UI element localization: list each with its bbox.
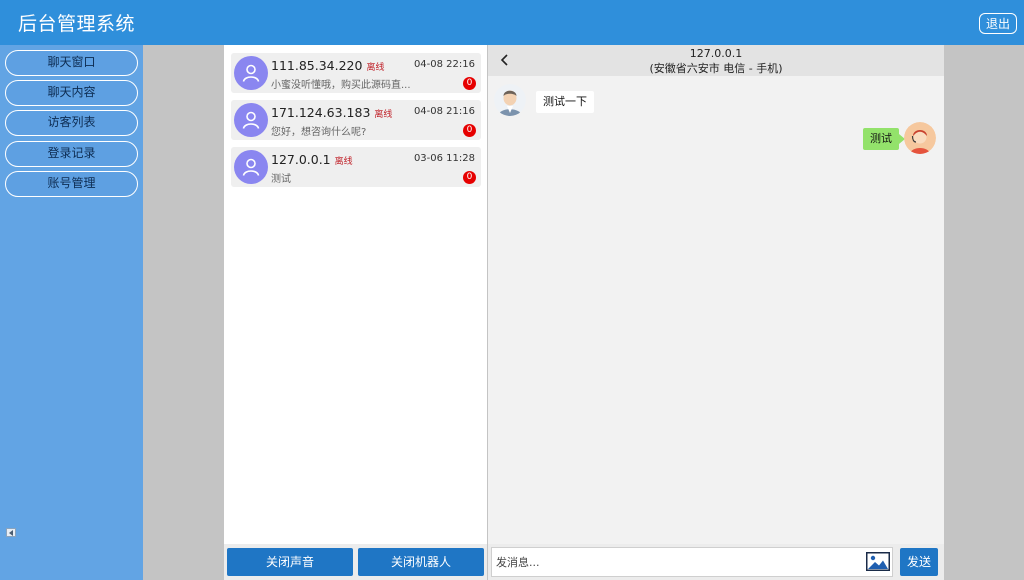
conversation-ip: 171.124.63.183 离线 bbox=[271, 105, 393, 120]
conversation-ip: 111.85.34.220 离线 bbox=[271, 58, 385, 73]
agent-message-bubble: 测试 bbox=[863, 128, 905, 150]
user-avatar-icon bbox=[234, 103, 268, 137]
conversation-item[interactable]: 127.0.0.1 离线 03-06 11:28 测试 0 bbox=[231, 147, 481, 187]
sidebar-item-account-management[interactable]: 账号管理 bbox=[5, 171, 138, 197]
conversation-item[interactable]: 171.124.63.183 离线 04-08 21:16 您好，想咨询什么呢? … bbox=[231, 100, 481, 140]
offline-status: 离线 bbox=[374, 110, 393, 120]
message-input[interactable] bbox=[491, 547, 893, 577]
chat-visitor-location: (安徽省六安市 电信 - 手机) bbox=[649, 62, 783, 75]
sidebar-item-visitor-list[interactable]: 访客列表 bbox=[5, 110, 138, 136]
conversation-last-message: 测试 bbox=[271, 174, 291, 185]
conversation-time: 04-08 21:16 bbox=[413, 106, 475, 117]
collapse-sidebar-icon[interactable] bbox=[6, 528, 16, 537]
visitor-avatar-icon bbox=[494, 84, 526, 116]
unread-badge: 0 bbox=[463, 77, 476, 90]
chat-visitor-ip: 127.0.0.1 bbox=[689, 47, 743, 60]
offline-status: 离线 bbox=[334, 157, 353, 167]
mute-sound-button[interactable]: 关闭声音 bbox=[227, 548, 353, 576]
user-avatar-icon bbox=[234, 150, 268, 184]
app-title: 后台管理系统 bbox=[18, 13, 136, 35]
chat-input-bar: 发送 bbox=[488, 544, 944, 580]
visitor-message-bubble: 测试一下 bbox=[536, 91, 594, 113]
user-avatar-icon bbox=[234, 56, 268, 90]
conversation-time: 03-06 11:28 bbox=[413, 153, 475, 164]
agent-avatar-icon bbox=[904, 122, 936, 154]
sidebar-item-chat-content[interactable]: 聊天内容 bbox=[5, 80, 138, 106]
conversation-ip: 127.0.0.1 离线 bbox=[271, 152, 353, 167]
unread-badge: 0 bbox=[463, 171, 476, 184]
send-button[interactable]: 发送 bbox=[900, 548, 938, 576]
sidebar-item-chat-window[interactable]: 聊天窗口 bbox=[5, 50, 138, 76]
unread-badge: 0 bbox=[463, 124, 476, 137]
sidebar-item-login-records[interactable]: 登录记录 bbox=[5, 141, 138, 167]
disable-robot-button[interactable]: 关闭机器人 bbox=[358, 548, 484, 576]
sidebar: 聊天窗口 聊天内容 访客列表 登录记录 账号管理 bbox=[0, 45, 143, 580]
app-header: 后台管理系统 退出 bbox=[0, 0, 1024, 45]
conversation-list: 111.85.34.220 离线 04-08 22:16 小蜜没听懂哦，购买此源码… bbox=[224, 45, 487, 580]
chat-panel: 127.0.0.1 (安徽省六安市 电信 - 手机) 测试一下 测试 发消息..… bbox=[488, 45, 944, 580]
offline-status: 离线 bbox=[366, 63, 385, 73]
image-upload-icon[interactable] bbox=[866, 552, 890, 571]
conversation-item[interactable]: 111.85.34.220 离线 04-08 22:16 小蜜没听懂哦，购买此源码… bbox=[231, 53, 481, 93]
list-footer: 关闭声音 关闭机器人 bbox=[224, 544, 487, 580]
logout-button[interactable]: 退出 bbox=[978, 13, 1017, 34]
conversation-time: 04-08 22:16 bbox=[413, 59, 475, 70]
conversation-last-message: 您好，想咨询什么呢? bbox=[271, 127, 367, 138]
chat-header: 127.0.0.1 (安徽省六安市 电信 - 手机) bbox=[488, 45, 944, 76]
conversation-last-message: 小蜜没听懂哦，购买此源码直... bbox=[271, 80, 411, 91]
